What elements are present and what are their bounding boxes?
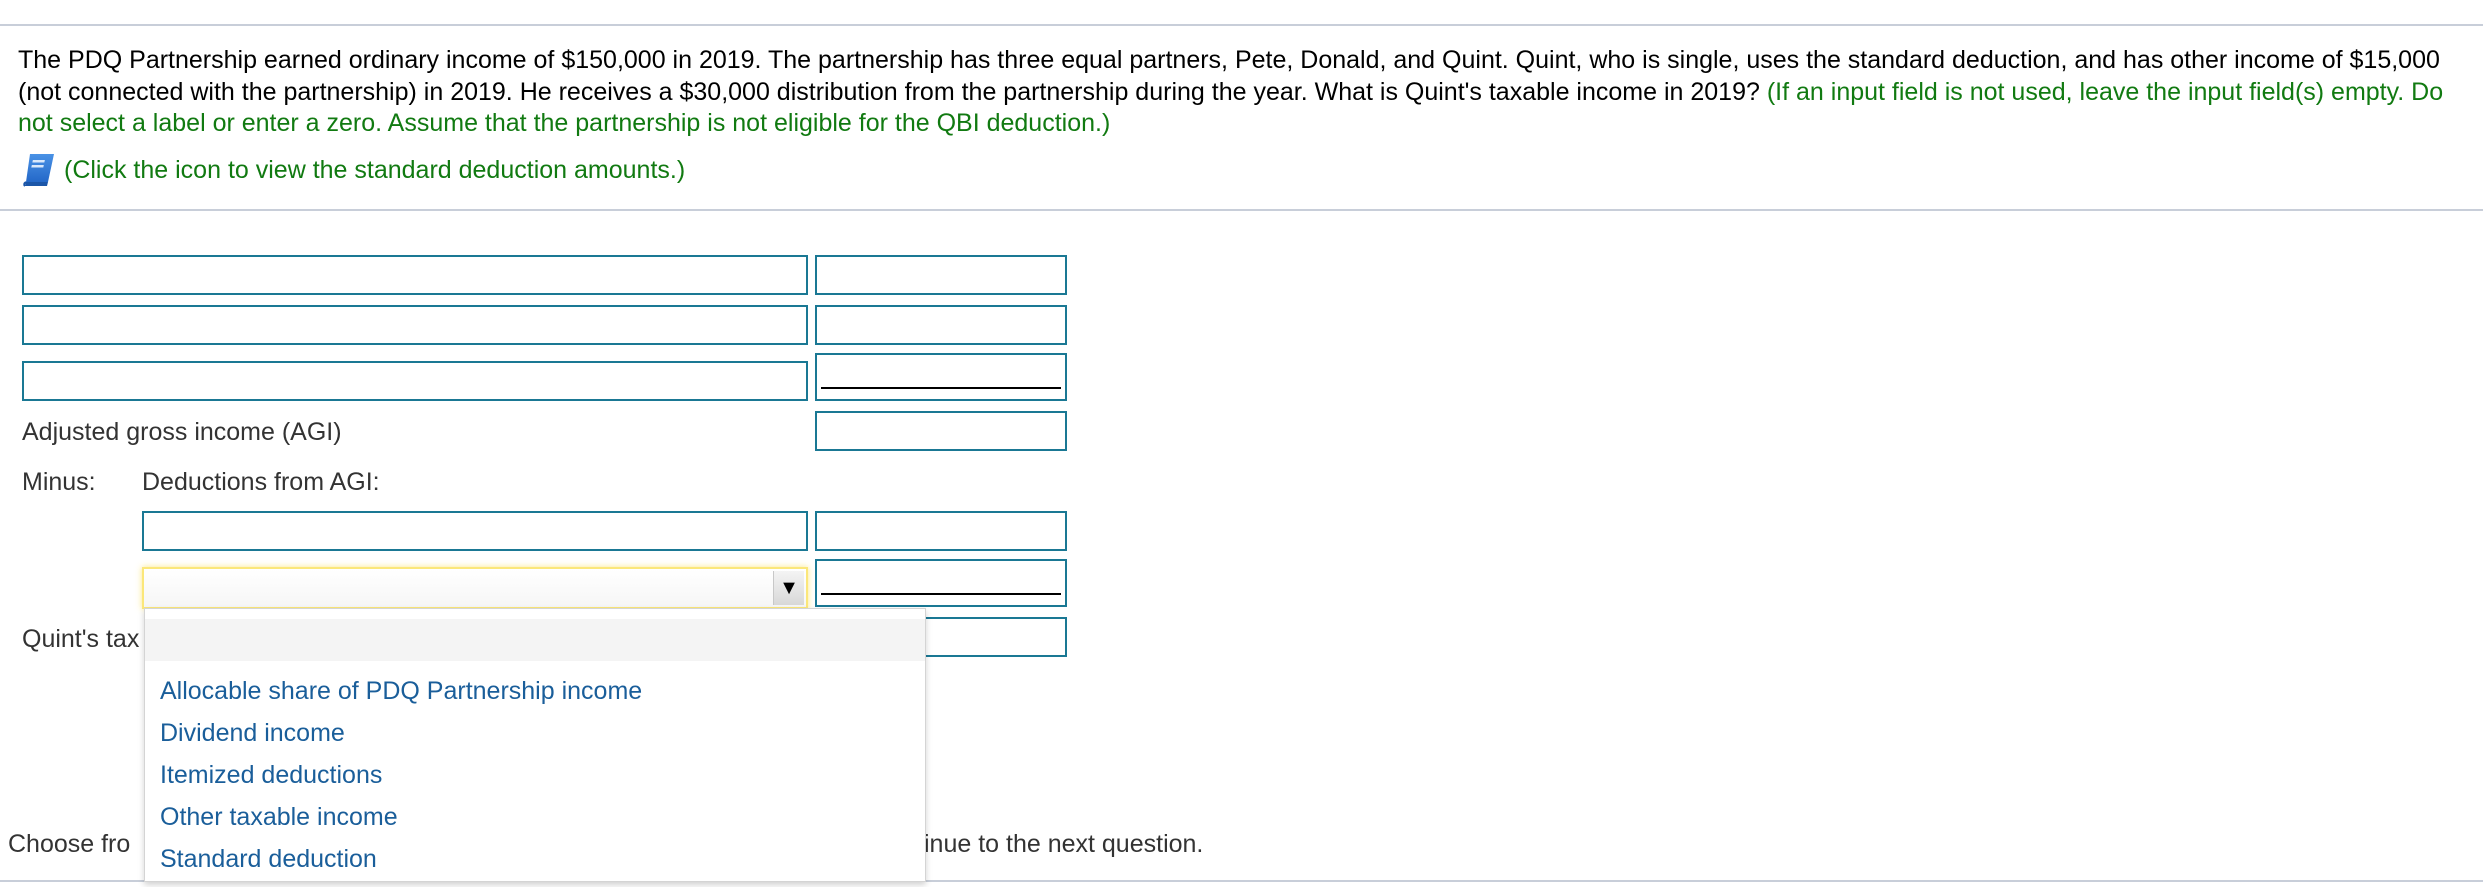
- dropdown-option-itemized-deductions[interactable]: Itemized deductions: [145, 754, 925, 796]
- question-text: The PDQ Partnership earned ordinary inco…: [18, 45, 2468, 140]
- footer-instruction-left: Choose fro: [8, 830, 131, 858]
- minus-label: Minus:: [22, 468, 96, 496]
- dropdown-option-blank[interactable]: [145, 619, 925, 661]
- reference-text[interactable]: (Click the icon to view the standard ded…: [64, 156, 685, 185]
- reference-link[interactable]: (Click the icon to view the standard ded…: [20, 150, 685, 190]
- dropdown-option-other-taxable-income[interactable]: Other taxable income: [145, 796, 925, 838]
- book-icon[interactable]: [20, 150, 60, 190]
- income-amount-input-1[interactable]: [815, 255, 1067, 295]
- agi-label: Adjusted gross income (AGI): [22, 418, 342, 446]
- deduction-label-select-2[interactable]: ▼: [142, 567, 808, 609]
- taxable-income-label: Quint's tax: [22, 625, 140, 653]
- footer-instruction-right: inue to the next question.: [924, 830, 1204, 858]
- dropdown-option-allocable-share[interactable]: Allocable share of PDQ Partnership incom…: [145, 670, 925, 712]
- deduction-label-input-1[interactable]: [142, 511, 808, 551]
- dropdown-option-standard-deduction[interactable]: Standard deduction: [145, 838, 925, 880]
- top-divider: [0, 24, 2483, 26]
- dropdown-option-dividend-income[interactable]: Dividend income: [145, 712, 925, 754]
- income-label-input-2[interactable]: [22, 305, 808, 345]
- income-label-input-3[interactable]: [22, 361, 808, 401]
- middle-divider: [0, 209, 2483, 211]
- dropdown-arrow-icon[interactable]: ▼: [773, 571, 804, 605]
- deduction-amount-input-2[interactable]: [815, 559, 1067, 607]
- income-label-input-1[interactable]: [22, 255, 808, 295]
- dropdown-list[interactable]: Allocable share of PDQ Partnership incom…: [144, 608, 926, 882]
- income-amount-input-2[interactable]: [815, 305, 1067, 345]
- income-amount-input-3[interactable]: [815, 353, 1067, 401]
- question-page: The PDQ Partnership earned ordinary inco…: [0, 0, 2483, 887]
- deduction-amount-input-1[interactable]: [815, 511, 1067, 551]
- deductions-label: Deductions from AGI:: [142, 468, 380, 496]
- agi-amount-input[interactable]: [815, 411, 1067, 451]
